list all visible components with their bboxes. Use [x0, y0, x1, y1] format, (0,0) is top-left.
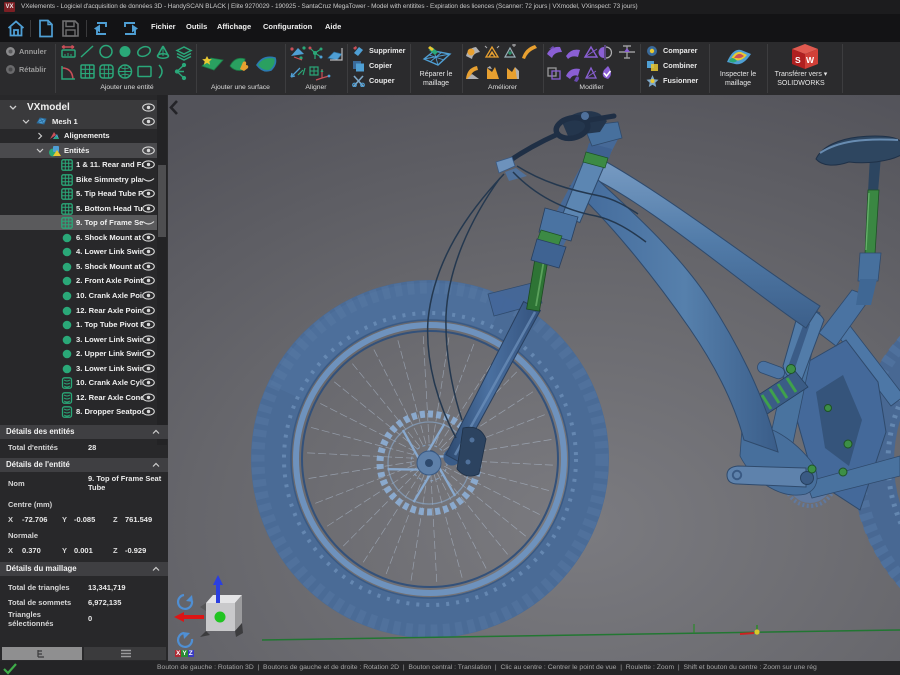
- svg-text:W: W: [806, 55, 815, 65]
- svg-text:S: S: [795, 55, 801, 65]
